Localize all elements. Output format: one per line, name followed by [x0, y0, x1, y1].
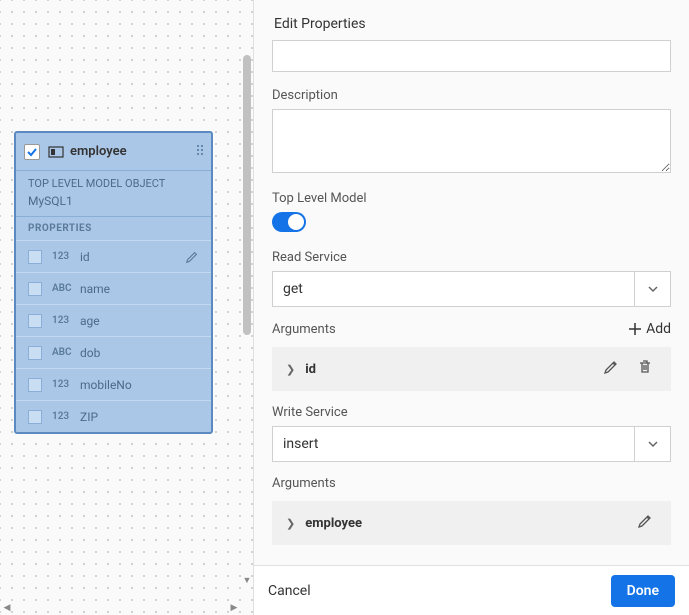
- property-row[interactable]: 123mobileNo: [16, 368, 211, 400]
- write-service-caret[interactable]: [635, 426, 671, 462]
- property-type: ABC: [52, 283, 80, 294]
- property-checkbox[interactable]: [28, 314, 42, 328]
- read-service-select[interactable]: get: [272, 271, 635, 307]
- write-arguments-label: Arguments: [272, 476, 336, 491]
- panel-title: Edit Properties: [254, 0, 689, 40]
- done-button[interactable]: Done: [611, 575, 675, 607]
- description-textarea[interactable]: [272, 109, 671, 173]
- properties-panel: Edit Properties Description Top Level Mo…: [253, 0, 689, 615]
- property-name: ZIP: [80, 410, 98, 424]
- property-type: 123: [52, 315, 80, 326]
- scroll-thumb[interactable]: [243, 55, 251, 335]
- property-name: dob: [80, 346, 100, 360]
- read-service-caret[interactable]: [635, 271, 671, 307]
- canvas-scrollbar-horizontal[interactable]: ◀ ▶: [0, 601, 241, 615]
- edit-argument-button[interactable]: [599, 355, 623, 383]
- model-subtitle: TOP LEVEL MODEL OBJECT: [16, 171, 211, 192]
- scroll-left-arrow-icon[interactable]: ◀: [0, 601, 14, 615]
- property-name: mobileNo: [80, 378, 132, 392]
- checkmark-icon: [26, 146, 38, 158]
- property-type: 123: [52, 251, 80, 262]
- scroll-down-arrow-icon[interactable]: ▼: [241, 573, 253, 587]
- write-service-select[interactable]: insert: [272, 426, 635, 462]
- property-checkbox[interactable]: [28, 410, 42, 424]
- property-checkbox[interactable]: [28, 346, 42, 360]
- argument-name: id: [305, 362, 589, 377]
- model-select-checkbox[interactable]: [24, 144, 40, 160]
- add-argument-button[interactable]: Add: [628, 321, 671, 337]
- trash-icon: [637, 359, 653, 375]
- argument-row[interactable]: ❯ id: [272, 347, 671, 391]
- model-datasource: MySQL1: [16, 192, 211, 216]
- delete-argument-button[interactable]: [633, 355, 657, 383]
- property-name: id: [80, 250, 90, 264]
- plus-icon: [628, 322, 642, 336]
- write-service-label: Write Service: [272, 405, 671, 420]
- argument-name: employee: [305, 516, 623, 531]
- property-row[interactable]: ABCname: [16, 272, 211, 304]
- description-label: Description: [272, 88, 671, 103]
- add-label: Add: [646, 321, 671, 337]
- read-arguments-label: Arguments: [272, 322, 336, 337]
- canvas-area: employee TOP LEVEL MODEL OBJECT MySQL1 P…: [0, 0, 253, 615]
- property-row[interactable]: ABCdob: [16, 336, 211, 368]
- pencil-icon: [637, 513, 653, 529]
- property-checkbox[interactable]: [28, 250, 42, 264]
- panel-footer: Cancel Done: [254, 565, 689, 615]
- entity-icon: [48, 144, 64, 160]
- toplevel-toggle[interactable]: [272, 212, 306, 232]
- property-type: 123: [52, 379, 80, 390]
- toplevel-label: Top Level Model: [272, 191, 671, 206]
- model-card-employee[interactable]: employee TOP LEVEL MODEL OBJECT MySQL1 P…: [14, 131, 213, 434]
- argument-row[interactable]: ❯ employee: [272, 501, 671, 545]
- property-row[interactable]: 123ZIP: [16, 400, 211, 432]
- chevron-down-icon: [647, 283, 659, 295]
- chevron-down-icon: [647, 438, 659, 450]
- property-row[interactable]: 123age: [16, 304, 211, 336]
- property-name: age: [80, 314, 100, 328]
- pencil-icon: [603, 359, 619, 375]
- scroll-right-arrow-icon[interactable]: ▶: [227, 601, 241, 615]
- properties-section-label: PROPERTIES: [16, 216, 211, 240]
- chevron-right-icon: ❯: [286, 363, 295, 376]
- name-input[interactable]: [272, 40, 671, 72]
- property-type: 123: [52, 411, 80, 422]
- panel-body: Description Top Level Model Read Service…: [254, 40, 689, 565]
- model-header: employee: [16, 133, 211, 171]
- drag-handle-icon[interactable]: [197, 145, 203, 155]
- edit-argument-button[interactable]: [633, 509, 657, 537]
- read-service-label: Read Service: [272, 250, 671, 265]
- chevron-right-icon: ❯: [286, 517, 295, 530]
- key-icon: [185, 249, 199, 268]
- property-name: name: [80, 282, 110, 296]
- model-title: employee: [70, 144, 127, 159]
- canvas-scrollbar-vertical[interactable]: ▼: [241, 55, 253, 587]
- property-checkbox[interactable]: [28, 378, 42, 392]
- property-row[interactable]: 123id: [16, 240, 211, 272]
- property-type: ABC: [52, 347, 80, 358]
- toggle-thumb: [288, 214, 304, 230]
- cancel-button[interactable]: Cancel: [268, 583, 311, 599]
- property-checkbox[interactable]: [28, 282, 42, 296]
